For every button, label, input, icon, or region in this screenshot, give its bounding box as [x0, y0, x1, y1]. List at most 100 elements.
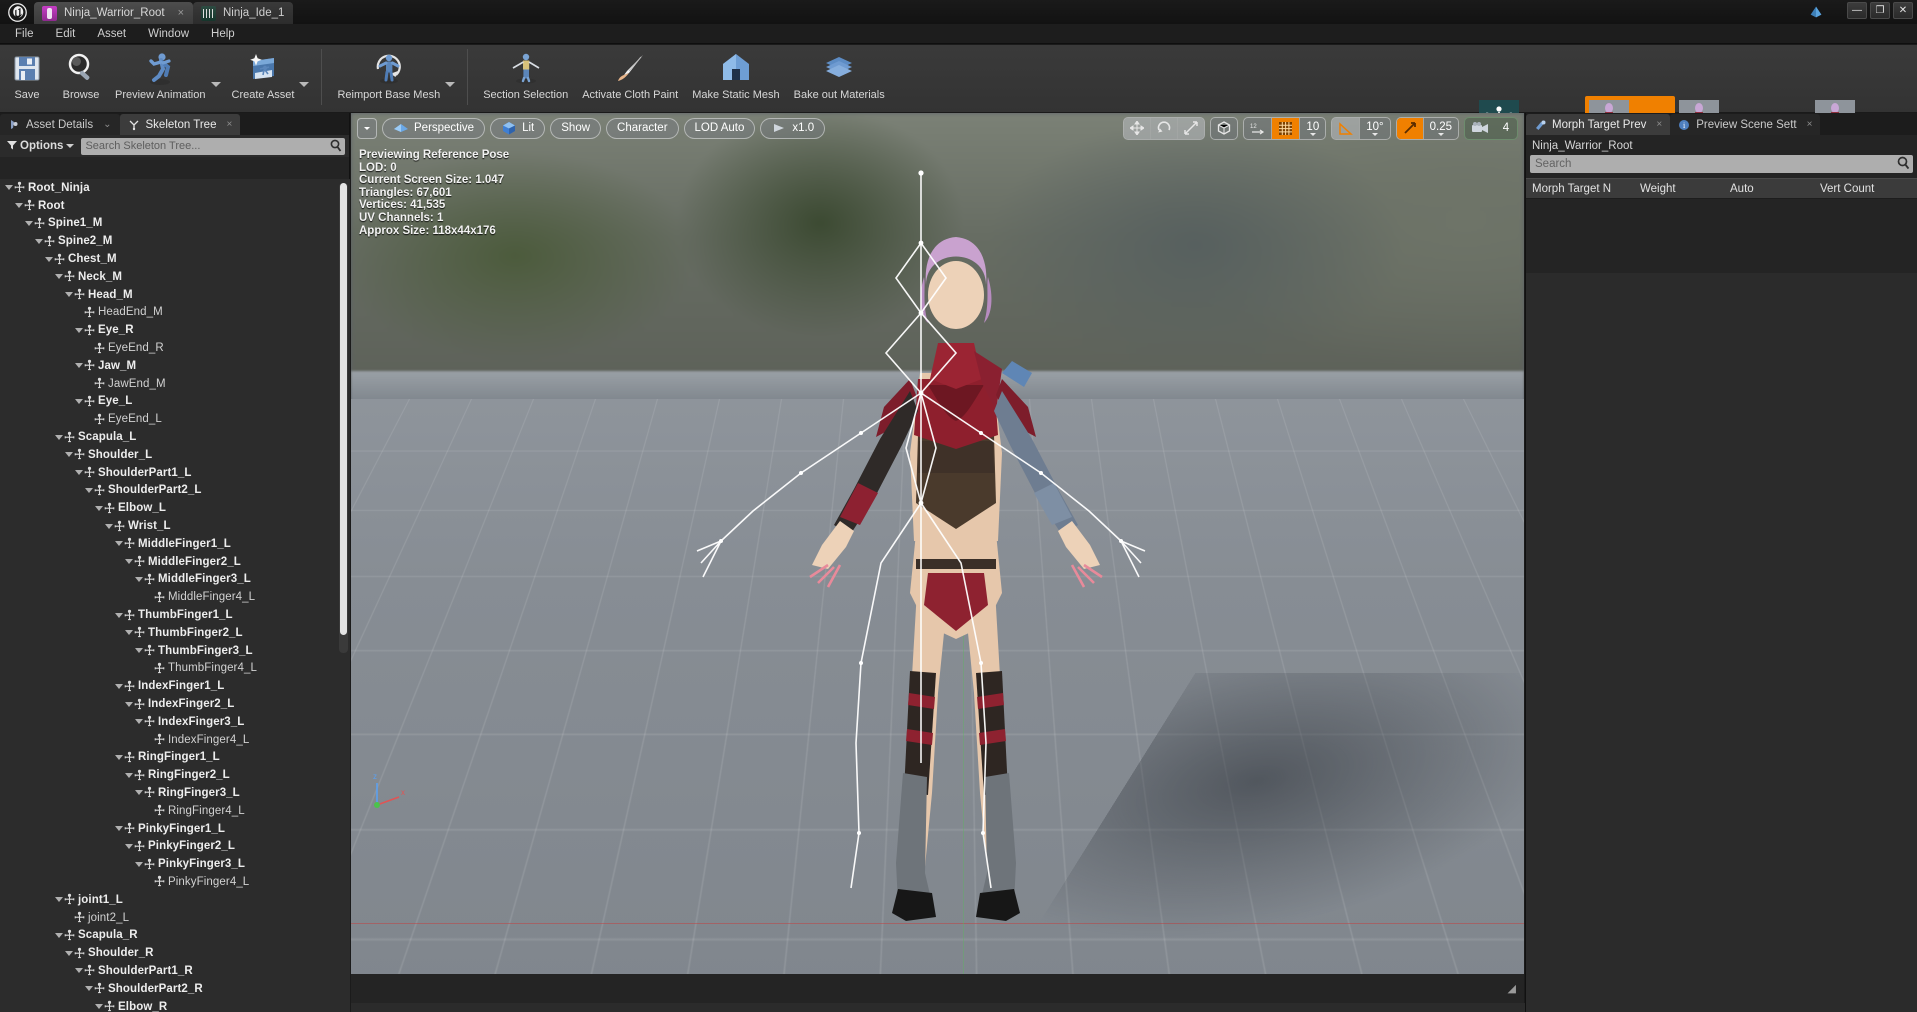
expand-arrow-icon[interactable] [54, 927, 63, 944]
reimport-base-mesh-button[interactable]: Reimport Base Mesh [330, 45, 447, 109]
maximize-button[interactable]: ❐ [1870, 2, 1890, 19]
expand-arrow-icon[interactable] [54, 891, 63, 908]
close-icon[interactable]: × [1656, 119, 1662, 130]
expand-arrow-icon[interactable] [64, 945, 73, 962]
expand-arrow-icon[interactable] [64, 286, 73, 303]
tree-row[interactable]: RingFinger1_L [0, 749, 350, 767]
resize-grip-icon[interactable]: ◢ [1508, 982, 1516, 995]
tree-row[interactable]: Head_M [0, 286, 350, 304]
menu-window[interactable]: Window [137, 26, 200, 42]
expand-arrow-icon[interactable] [114, 607, 123, 624]
tree-row[interactable]: MiddleFinger2_L [0, 553, 350, 571]
tree-row[interactable]: Eye_L [0, 393, 350, 411]
tree-row[interactable]: Chest_M [0, 250, 350, 268]
tree-row[interactable]: Spine1_M [0, 215, 350, 233]
expand-arrow-icon[interactable] [84, 482, 93, 499]
viewport-lod-button[interactable]: LOD Auto [683, 117, 756, 139]
menu-edit[interactable]: Edit [45, 26, 87, 42]
tree-row[interactable]: EyeEnd_R [0, 339, 350, 357]
move-icon[interactable] [1124, 117, 1151, 139]
tree-row[interactable]: MiddleFinger4_L [0, 588, 350, 606]
tree-row[interactable]: Root_Ninja [0, 179, 350, 197]
scale-snap-value[interactable]: 0.25 [1424, 118, 1458, 139]
tree-row[interactable]: Elbow_L [0, 499, 350, 517]
menu-asset[interactable]: Asset [86, 26, 137, 42]
expand-arrow-icon[interactable] [94, 998, 103, 1012]
tree-row[interactable]: RingFinger4_L [0, 802, 350, 820]
viewport-viewmode-button[interactable]: Lit [490, 117, 546, 139]
column-morph-target-name[interactable]: Morph Target N [1526, 183, 1634, 195]
skeleton-tree-list[interactable]: Root_Ninja Root Spine1_M Spine2_M Chest_M Nec… [0, 179, 350, 1012]
skeleton-tree-search-input[interactable]: Search Skeleton Tree... [81, 137, 345, 155]
expand-arrow-icon[interactable] [124, 624, 133, 641]
column-auto[interactable]: Auto [1724, 183, 1814, 195]
column-weight[interactable]: Weight [1634, 183, 1724, 195]
expand-arrow-icon[interactable] [114, 749, 123, 766]
expand-arrow-icon[interactable] [134, 642, 143, 659]
expand-arrow-icon[interactable] [134, 713, 143, 730]
surface-snap-icon[interactable]: 12 [1244, 118, 1271, 139]
grid-snap-value[interactable]: 10 [1300, 118, 1325, 139]
tree-row[interactable]: IndexFinger2_L [0, 695, 350, 713]
expand-arrow-icon[interactable] [94, 500, 103, 517]
expand-arrow-icon[interactable] [134, 784, 143, 801]
create-asset-button[interactable]: Create Asset [225, 45, 302, 109]
browse-button[interactable]: Browse [54, 45, 108, 109]
expand-arrow-icon[interactable] [134, 856, 143, 873]
expand-arrow-icon[interactable] [124, 767, 133, 784]
morph-target-list[interactable] [1526, 273, 1917, 1012]
tab-asset-details[interactable]: Asset Details ⌄ [0, 114, 120, 135]
expand-arrow-icon[interactable] [14, 197, 23, 214]
expand-arrow-icon[interactable] [124, 553, 133, 570]
close-icon[interactable]: × [226, 119, 232, 130]
tree-row[interactable]: joint1_L [0, 891, 350, 909]
window-tab-animation[interactable]: Ninja_Ide_1 [193, 2, 294, 24]
tab-skeleton-tree[interactable]: Skeleton Tree × [119, 114, 241, 135]
close-icon[interactable]: × [1807, 119, 1813, 130]
tree-row[interactable]: Wrist_L [0, 517, 350, 535]
tree-row[interactable]: PinkyFinger2_L [0, 837, 350, 855]
menu-help[interactable]: Help [200, 26, 246, 42]
close-icon[interactable]: × [178, 7, 184, 19]
expand-arrow-icon[interactable] [114, 820, 123, 837]
tree-row[interactable]: Scapula_R [0, 926, 350, 944]
bake-out-materials-button[interactable]: Bake out Materials [787, 45, 892, 109]
tree-row[interactable]: Shoulder_R [0, 944, 350, 962]
tree-row[interactable]: MiddleFinger3_L [0, 571, 350, 589]
expand-arrow-icon[interactable] [54, 429, 63, 446]
cloud-sync-icon[interactable] [1807, 4, 1825, 20]
preview-animation-button[interactable]: Preview Animation [108, 45, 213, 109]
scale-icon[interactable] [1178, 117, 1205, 139]
tree-row[interactable]: Scapula_L [0, 428, 350, 446]
tree-row[interactable]: Shoulder_L [0, 446, 350, 464]
expand-arrow-icon[interactable] [74, 322, 83, 339]
tree-row[interactable]: ThumbFinger2_L [0, 624, 350, 642]
tree-row[interactable]: JawEnd_M [0, 375, 350, 393]
tree-row[interactable]: IndexFinger4_L [0, 731, 350, 749]
tree-row[interactable]: Jaw_M [0, 357, 350, 375]
tree-row[interactable]: IndexFinger3_L [0, 713, 350, 731]
camera-icon[interactable] [1465, 118, 1495, 139]
grid-snap-toggle[interactable] [1272, 117, 1300, 139]
make-static-mesh-button[interactable]: Make Static Mesh [685, 45, 786, 109]
camera-speed-value[interactable]: 4 [1495, 118, 1517, 139]
expand-arrow-icon[interactable] [124, 696, 133, 713]
tree-row[interactable]: ThumbFinger1_L [0, 606, 350, 624]
expand-arrow-icon[interactable] [104, 518, 113, 535]
expand-arrow-icon[interactable] [64, 446, 73, 463]
expand-arrow-icon[interactable] [124, 838, 133, 855]
expand-arrow-icon[interactable] [74, 962, 83, 979]
viewport-character-button[interactable]: Character [606, 117, 679, 139]
tree-row[interactable]: Elbow_R [0, 998, 350, 1012]
tree-row[interactable]: Neck_M [0, 268, 350, 286]
viewport-options-button[interactable] [357, 117, 377, 139]
tree-row[interactable]: HeadEnd_M [0, 304, 350, 322]
column-vert-count[interactable]: Vert Count [1814, 183, 1880, 195]
viewport-playspeed-button[interactable]: x1.0 [760, 117, 826, 139]
tree-row[interactable]: PinkyFinger3_L [0, 855, 350, 873]
expand-arrow-icon[interactable] [114, 535, 123, 552]
tree-row[interactable]: joint2_L [0, 909, 350, 927]
angle-snap-toggle[interactable] [1332, 117, 1360, 139]
tree-row[interactable]: Root [0, 197, 350, 215]
expand-arrow-icon[interactable] [44, 251, 53, 268]
